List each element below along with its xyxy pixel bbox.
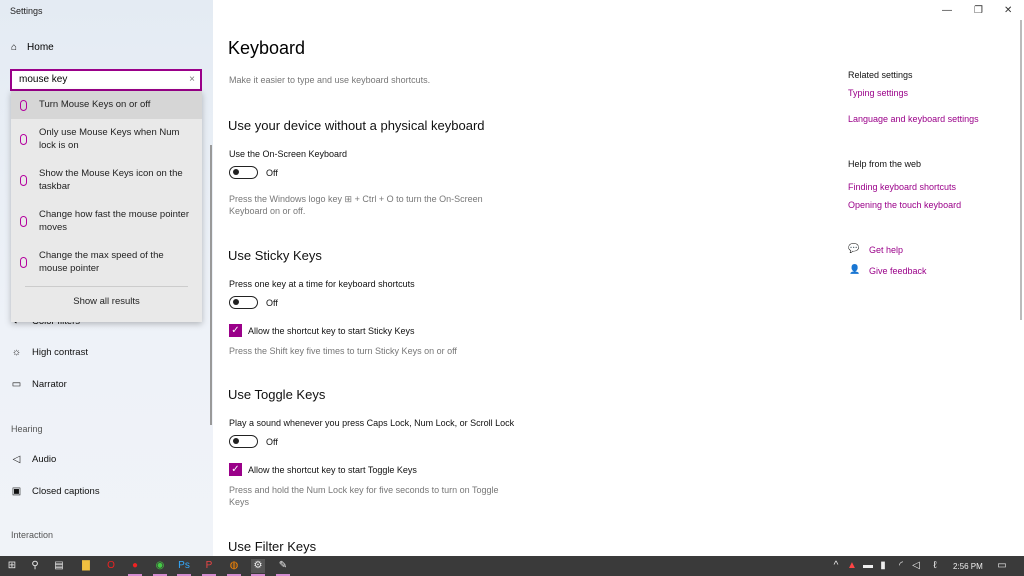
toggle-shortcut-checkbox[interactable]: ✓: [229, 463, 242, 476]
feedback-icon: 👤: [849, 264, 861, 274]
volume-icon[interactable]: ◁: [909, 559, 923, 573]
nav-label: High contrast: [32, 347, 88, 358]
suggestion-label: Change how fast the mouse pointer moves: [39, 209, 189, 233]
section-heading: Use Toggle Keys: [228, 387, 326, 402]
osk-label: Use the On-Screen Keyboard: [229, 149, 348, 159]
sidebar-item-home[interactable]: ⌂ Home: [11, 42, 54, 53]
web-heading: Help from the web: [848, 159, 922, 169]
taskbar: ⊞ ⚲ ▤ ▇ O ● ◉ Ps P ◍ ⚙ ✎ ^ ▲ ▬ ▮ ◜ ◁ ℓ 2…: [0, 556, 1024, 576]
suggestion-item[interactable]: Turn Mouse Keys on or off: [11, 91, 202, 119]
wifi-icon[interactable]: ◜: [894, 559, 908, 573]
nav-label: Audio: [32, 454, 57, 465]
osk-toggle[interactable]: [229, 166, 258, 179]
mouse-icon: [20, 175, 27, 186]
home-label: Home: [27, 42, 54, 53]
language-keyboard-link[interactable]: Language and keyboard settings: [848, 114, 979, 124]
firefox-icon[interactable]: ◍: [227, 559, 241, 576]
speaker-icon: ◁: [12, 454, 21, 465]
high-contrast-icon: ☼: [11, 347, 22, 358]
touch-keyboard-link[interactable]: Opening the touch keyboard: [848, 200, 961, 210]
page-title: Keyboard: [228, 38, 306, 58]
suggestion-label: Change the max speed of the mouse pointe…: [39, 250, 164, 274]
powerpoint-icon[interactable]: P: [202, 559, 216, 576]
language-icon[interactable]: ℓ: [928, 559, 942, 573]
sidebar-scrollbar[interactable]: [210, 145, 212, 425]
clear-icon[interactable]: ×: [189, 74, 195, 85]
chevron-up-icon[interactable]: ^: [829, 559, 843, 573]
photoshop-icon[interactable]: Ps: [177, 559, 191, 576]
typing-settings-link[interactable]: Typing settings: [848, 88, 908, 98]
search-suggestions: Turn Mouse Keys on or off Only use Mouse…: [11, 91, 202, 322]
sticky-label: Press one key at a time for keyboard sho…: [229, 279, 415, 289]
sidebar: Settings ⌂ Home mouse key × Turn Mouse Key…: [0, 0, 213, 556]
sidebar-item-narrator[interactable]: ▭ Narrator: [11, 379, 67, 390]
opera-icon[interactable]: O: [104, 559, 118, 573]
give-feedback-link[interactable]: Give feedback: [869, 266, 927, 276]
captions-icon: ▣: [11, 486, 22, 497]
show-all-results[interactable]: Show all results: [11, 287, 202, 307]
related-heading: Related settings: [848, 70, 913, 80]
suggestion-label: Show the Mouse Keys icon on the taskbar: [39, 168, 183, 192]
suggestion-label: Only use Mouse Keys when Num lock is on: [39, 127, 180, 151]
app-title: Settings: [10, 6, 43, 16]
microphone-icon[interactable]: ▮: [876, 559, 890, 573]
page-subtitle: Make it easier to type and use keyboard …: [229, 75, 431, 85]
sidebar-item-closed-captions[interactable]: ▣ Closed captions: [11, 486, 100, 497]
section-heading: Use Filter Keys: [228, 539, 317, 554]
close-button[interactable]: ✕: [1004, 5, 1012, 16]
start-icon[interactable]: ⊞: [5, 559, 19, 573]
task-view-icon[interactable]: ▤: [52, 559, 66, 573]
mouse-icon: [20, 257, 27, 268]
battery-icon[interactable]: ▬: [861, 559, 875, 573]
osk-description: Press the Windows logo key ⊞ + Ctrl + O …: [229, 194, 483, 216]
mouse-icon: [20, 99, 27, 111]
sidebar-item-audio[interactable]: ◁ Audio: [11, 454, 57, 465]
search-icon[interactable]: ⚲: [28, 559, 42, 573]
paint-icon[interactable]: ✎: [276, 559, 290, 576]
sticky-checkbox-label: Allow the shortcut key to start Sticky K…: [248, 326, 415, 336]
recorder-icon[interactable]: ●: [128, 559, 142, 576]
help-icon: 💬: [848, 243, 860, 253]
category-hearing: Hearing: [11, 424, 43, 434]
toggle-checkbox-label: Allow the shortcut key to start Toggle K…: [248, 465, 417, 475]
sticky-toggle[interactable]: [229, 296, 258, 309]
suggestion-item[interactable]: Change the max speed of the mouse pointe…: [11, 242, 202, 283]
nav-label: Closed captions: [32, 486, 100, 497]
sticky-state: Off: [266, 298, 278, 308]
settings-icon[interactable]: ⚙: [251, 559, 265, 576]
osk-state: Off: [266, 168, 278, 178]
chrome-icon[interactable]: ◉: [153, 559, 167, 576]
toggle-description: Press and hold the Num Lock key for five…: [229, 485, 499, 507]
narrator-icon: ▭: [11, 379, 22, 390]
sticky-shortcut-checkbox[interactable]: ✓: [229, 324, 242, 337]
minimize-button[interactable]: —: [942, 5, 952, 16]
notifications-icon[interactable]: ▭: [995, 559, 1009, 573]
clock[interactable]: 2:56 PM: [953, 562, 983, 571]
suggestion-label: Turn Mouse Keys on or off: [39, 98, 151, 110]
category-interaction: Interaction: [11, 530, 54, 540]
main-scrollbar[interactable]: [1020, 20, 1022, 320]
mouse-icon: [20, 134, 27, 145]
file-explorer-icon[interactable]: ▇: [79, 559, 93, 573]
suggestion-item[interactable]: Only use Mouse Keys when Num lock is on: [11, 119, 202, 160]
mouse-icon: [20, 216, 27, 227]
toggle-keys-state: Off: [266, 437, 278, 447]
suggestion-item[interactable]: Show the Mouse Keys icon on the taskbar: [11, 160, 202, 201]
toggle-keys-toggle[interactable]: [229, 435, 258, 448]
toggle-keys-label: Play a sound whenever you press Caps Loc…: [229, 418, 515, 428]
section-heading: Use Sticky Keys: [228, 248, 322, 263]
suggestion-item[interactable]: Change how fast the mouse pointer moves: [11, 201, 202, 242]
sidebar-item-high-contrast[interactable]: ☼ High contrast: [11, 347, 88, 358]
search-input[interactable]: mouse key ×: [10, 69, 202, 91]
finding-shortcuts-link[interactable]: Finding keyboard shortcuts: [848, 182, 956, 192]
section-heading: Use your device without a physical keybo…: [228, 118, 485, 133]
sticky-description: Press the Shift key five times to turn S…: [229, 346, 457, 356]
search-value: mouse key: [19, 74, 68, 85]
nav-label: Narrator: [32, 379, 67, 390]
get-help-link[interactable]: Get help: [869, 245, 903, 255]
restore-button[interactable]: ❐: [974, 5, 983, 16]
home-icon: ⌂: [11, 42, 18, 53]
warning-icon[interactable]: ▲: [845, 559, 859, 573]
